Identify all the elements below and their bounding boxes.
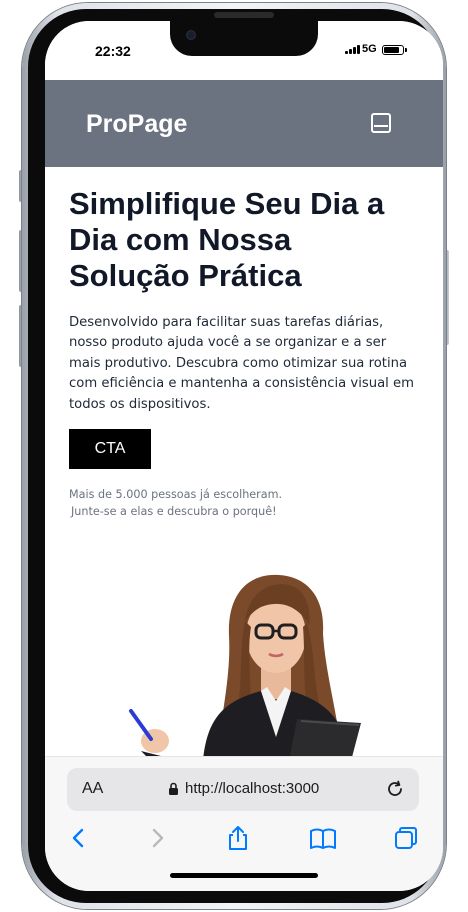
back-icon[interactable] — [65, 824, 93, 852]
lock-icon — [169, 782, 178, 795]
url-text[interactable]: http://localhost:3000 — [185, 780, 319, 797]
camera-icon — [186, 30, 196, 40]
brand-logo[interactable]: ProPage — [86, 110, 187, 139]
tabs-icon[interactable] — [392, 824, 420, 852]
social-proof-line-2: Junte-se a elas e descubra o porquê! — [71, 505, 277, 518]
browser-toolbar: AA http://localhost:3000 — [45, 756, 443, 891]
site-header: ProPage — [45, 80, 443, 167]
network-label: 5G — [362, 43, 377, 55]
status-time: 22:32 — [95, 43, 131, 59]
address-bar[interactable]: AA http://localhost:3000 — [67, 768, 419, 811]
signal-icon — [345, 45, 360, 54]
battery-icon — [382, 45, 407, 55]
home-indicator — [170, 873, 318, 878]
forward-icon[interactable] — [143, 824, 171, 852]
reload-icon[interactable] — [385, 779, 405, 799]
social-proof-line-1: Mais de 5.000 pessoas já escolheram. — [69, 488, 283, 501]
cta-button[interactable]: CTA — [69, 429, 151, 469]
businesswoman-illustration — [129, 574, 361, 761]
notch — [170, 12, 318, 56]
bookmarks-icon[interactable] — [309, 824, 337, 852]
hero-image — [111, 551, 379, 761]
screen: 22:32 5G ProPage Simplifique Seu Dia a D… — [45, 21, 443, 891]
social-proof: Mais de 5.000 pessoas já escolheram. Jun… — [69, 486, 369, 520]
share-icon[interactable] — [224, 824, 252, 852]
hero-description: Desenvolvido para facilitar suas tarefas… — [69, 315, 414, 412]
menu-icon[interactable] — [371, 113, 391, 133]
text-size-button[interactable]: AA — [82, 780, 103, 798]
device-frame: 22:32 5G ProPage Simplifique Seu Dia a D… — [0, 0, 468, 912]
hero-title: Simplifique Seu Dia a Dia com Nossa Solu… — [69, 186, 385, 293]
